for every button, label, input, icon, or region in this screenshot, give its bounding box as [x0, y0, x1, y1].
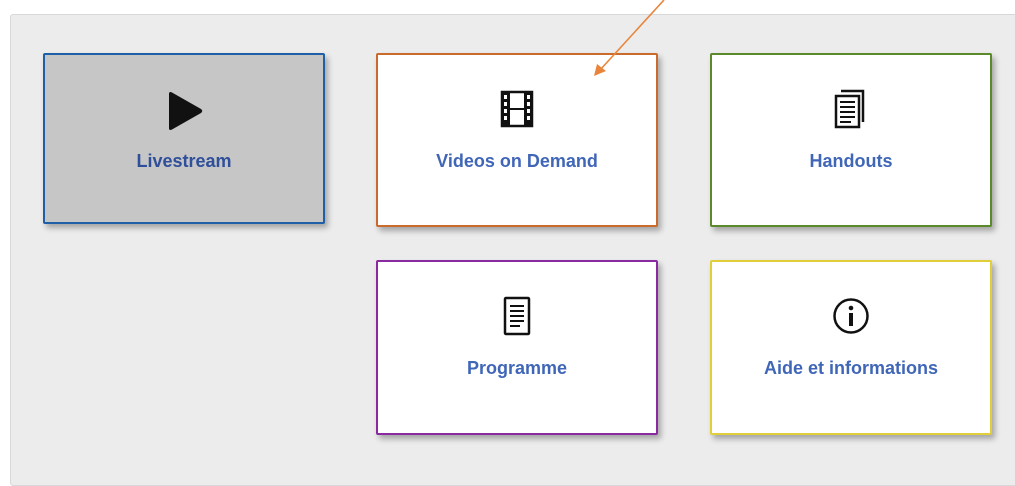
list-document-icon — [503, 296, 531, 336]
film-icon — [500, 90, 534, 128]
tile-handouts[interactable]: Handouts — [710, 53, 992, 227]
info-icon — [833, 298, 869, 334]
tile-aide-et-informations[interactable]: Aide et informations — [710, 260, 992, 435]
tile-handouts-label: Handouts — [809, 151, 893, 171]
document-stack-icon — [834, 89, 865, 129]
tile-videos-on-demand[interactable]: Videos on Demand — [376, 53, 658, 227]
play-icon — [169, 92, 203, 130]
tile-livestream-label: Livestream — [136, 151, 232, 171]
tile-livestream[interactable]: Livestream — [43, 53, 325, 224]
tile-programme-label: Programme — [466, 358, 568, 378]
tile-programme[interactable]: Programme — [376, 260, 658, 435]
tile-videos-on-demand-label: Videos on Demand — [436, 151, 598, 171]
tile-aide-et-informations-label: Aide et informations — [763, 358, 938, 378]
